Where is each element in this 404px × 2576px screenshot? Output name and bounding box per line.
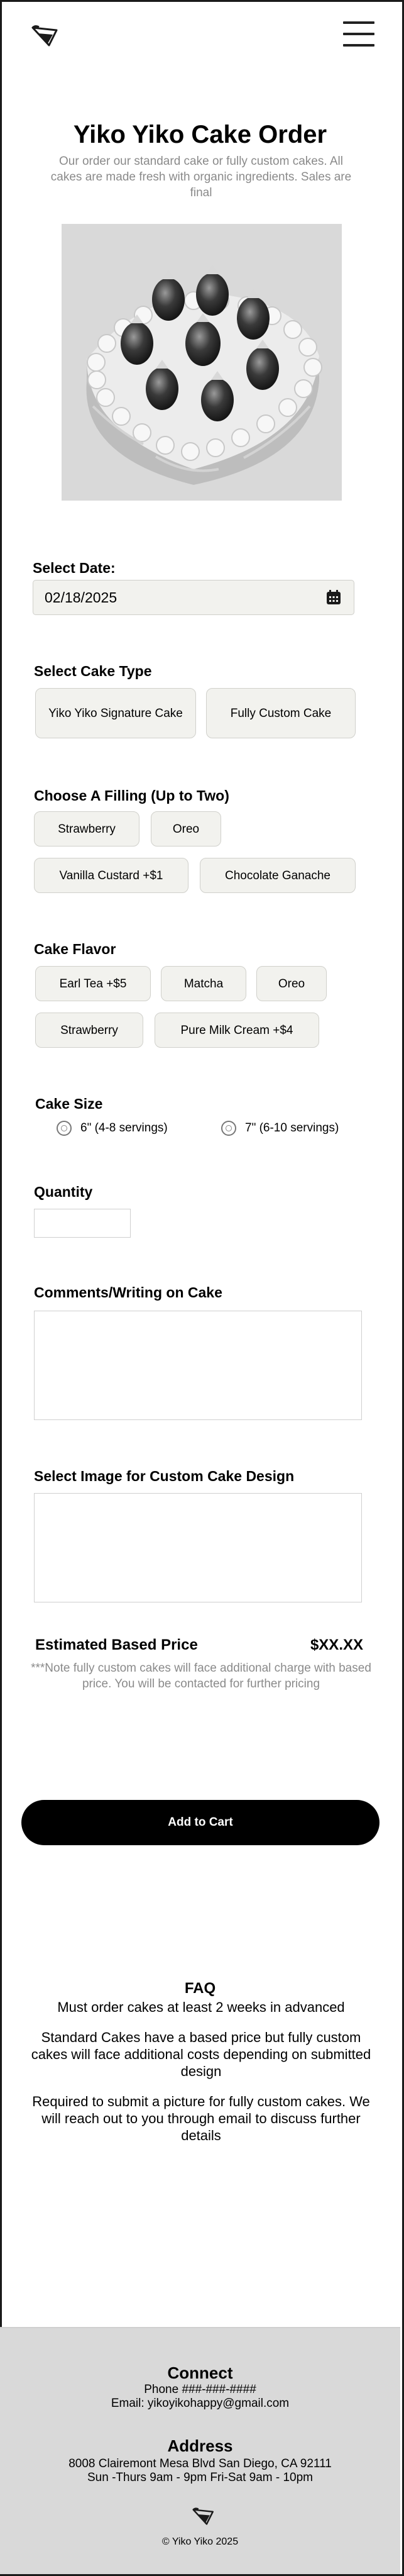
radio-icon[interactable]: [57, 1121, 72, 1136]
filling-option-chocolate-ganache[interactable]: Chocolate Ganache: [200, 858, 356, 893]
size-option-7-inch[interactable]: 7" (6-10 servings): [221, 1121, 339, 1136]
faq-item: Standard Cakes have a based price but fu…: [31, 2029, 371, 2079]
calendar-icon[interactable]: [325, 589, 342, 606]
comments-textarea[interactable]: [34, 1311, 362, 1420]
date-value: 02/18/2025: [45, 589, 117, 606]
footer-phone: Phone ###-###-####: [144, 2383, 256, 2396]
footer-hours: Sun -Thurs 9am - 9pm Fri-Sat 9am - 10pm: [87, 2471, 313, 2484]
image-upload-label: Select Image for Custom Cake Design: [34, 1468, 295, 1484]
site-header: [0, 0, 400, 75]
cake-hero-image: [62, 224, 342, 501]
filling-option-vanilla-custard[interactable]: Vanilla Custard +$1: [34, 858, 188, 893]
size-option-7-inch-label: 7" (6-10 servings): [245, 1121, 339, 1135]
comments-label: Comments/Writing on Cake: [34, 1284, 222, 1301]
filling-option-oreo[interactable]: Oreo: [151, 811, 221, 847]
size-label: Cake Size: [35, 1096, 103, 1112]
date-label: Select Date:: [33, 560, 116, 576]
price-note: ***Note fully custom cakes will face add…: [31, 1662, 371, 1690]
add-to-cart-button[interactable]: Add to Cart: [21, 1800, 379, 1845]
flavor-option-oreo[interactable]: Oreo: [256, 966, 327, 1001]
quantity-label: Quantity: [34, 1184, 93, 1200]
page-title: Yiko Yiko Cake Order: [73, 121, 327, 148]
flavor-option-earl-tea[interactable]: Earl Tea +$5: [35, 966, 151, 1001]
page-subtitle: Our order our standard cake or fully cus…: [50, 155, 352, 199]
footer-address-title: Address: [167, 2436, 233, 2455]
hamburger-menu-icon[interactable]: [343, 21, 374, 50]
estimated-price-row: Estimated Based Price $XX.XX: [35, 1636, 363, 1654]
footer-copyright: © Yiko Yiko 2025: [161, 2536, 239, 2547]
footer-email[interactable]: Email: yikoyikohappy@gmail.com: [0, 2396, 400, 2411]
flavor-option-strawberry[interactable]: Strawberry: [35, 1013, 143, 1048]
price-value: $XX.XX: [310, 1636, 363, 1653]
filling-option-strawberry[interactable]: Strawberry: [34, 811, 139, 847]
image-upload-dropzone[interactable]: [34, 1493, 362, 1602]
radio-icon[interactable]: [221, 1121, 236, 1136]
cake-slice-logo-icon: [192, 2507, 214, 2525]
faq-item: Must order cakes at least 2 weeks in adv…: [57, 1999, 345, 2015]
flavor-option-matcha[interactable]: Matcha: [161, 966, 246, 1001]
faq-item: Required to submit a picture for fully c…: [32, 2094, 370, 2143]
footer-address: 8008 Clairemont Mesa Blvd San Diego, CA …: [68, 2457, 332, 2470]
cake-slice-logo-icon[interactable]: [30, 23, 60, 50]
faq-title: FAQ: [184, 1980, 216, 1997]
flavor-option-pure-milk-cream[interactable]: Pure Milk Cream +$4: [155, 1013, 319, 1048]
cake-type-option-signature[interactable]: Yiko Yiko Signature Cake: [35, 688, 196, 738]
size-option-6-inch-label: 6" (4-8 servings): [80, 1121, 168, 1135]
cake-type-label: Select Cake Type: [34, 663, 152, 679]
filling-label: Choose A Filling (Up to Two): [34, 787, 229, 804]
quantity-input[interactable]: [34, 1209, 131, 1238]
footer-connect-title: Connect: [167, 2363, 233, 2382]
size-option-6-inch[interactable]: 6" (4-8 servings): [57, 1121, 168, 1136]
price-label: Estimated Based Price: [35, 1636, 198, 1653]
flavor-label: Cake Flavor: [34, 941, 116, 957]
date-input[interactable]: 02/18/2025: [33, 580, 354, 615]
cake-type-option-custom[interactable]: Fully Custom Cake: [206, 688, 356, 738]
